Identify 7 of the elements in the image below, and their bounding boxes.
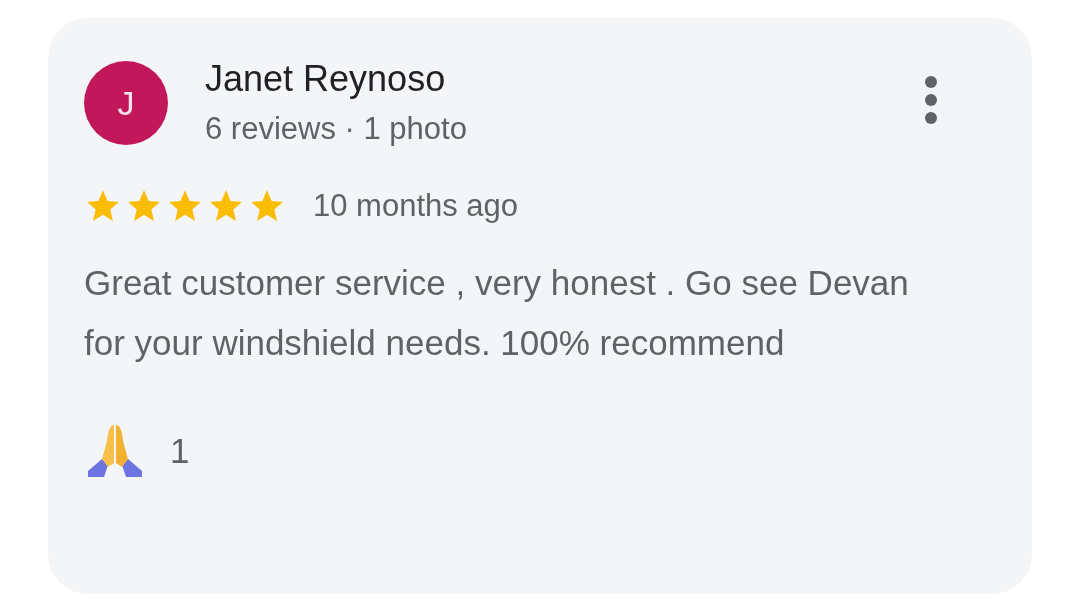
reaction-count: 1 xyxy=(170,431,190,471)
review-time: 10 months ago xyxy=(313,188,519,224)
more-options-icon[interactable] xyxy=(924,75,938,125)
author-stats: 6 reviews · 1 photo xyxy=(205,110,468,148)
review-text: Great customer service , very honest . Go see Devan for your windshield needs. 100% recommend xyxy=(84,262,910,364)
avatar[interactable]: J xyxy=(84,61,168,145)
author-name[interactable]: Janet Reynoso xyxy=(205,55,924,103)
